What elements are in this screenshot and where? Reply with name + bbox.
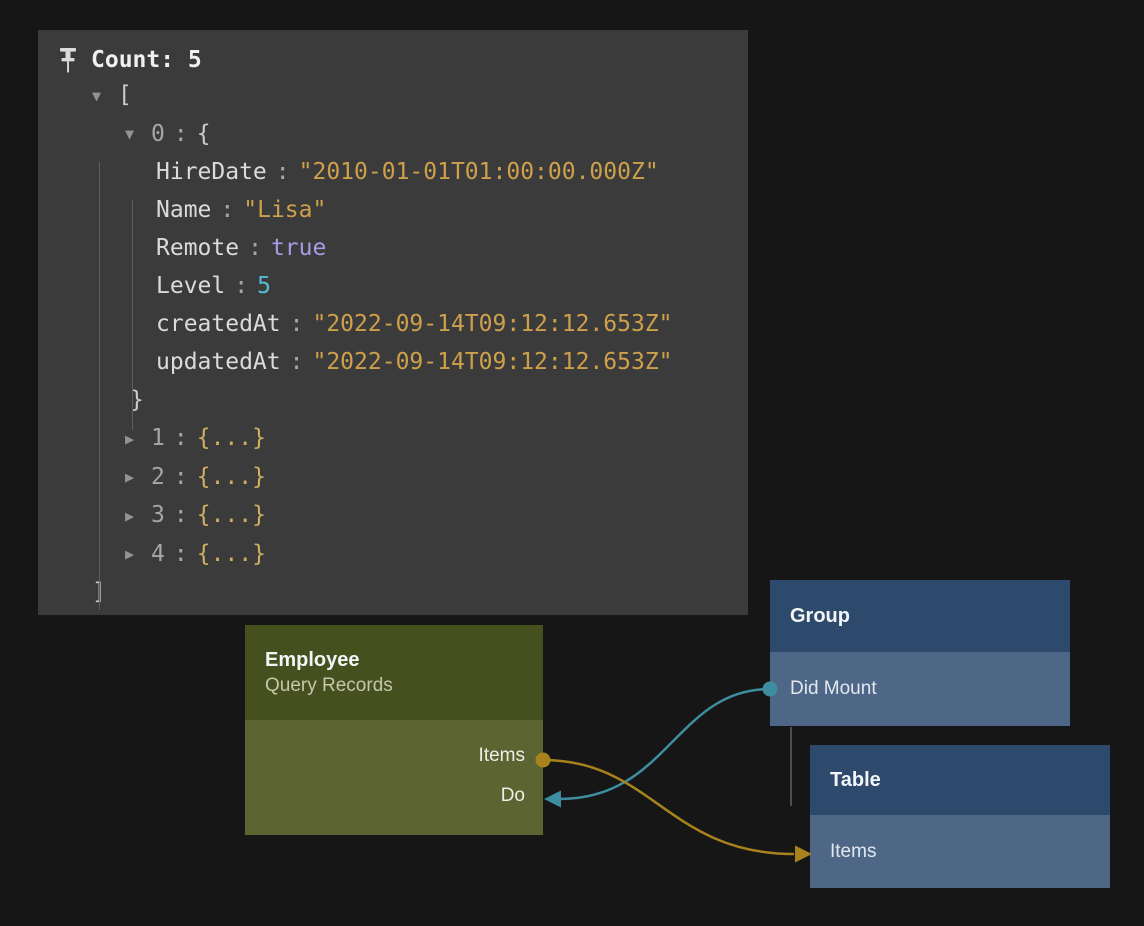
node-group-header[interactable]: Group: [770, 580, 1070, 652]
tree-separator: :: [174, 502, 188, 528]
node-employee[interactable]: Employee Query Records Items Do: [245, 625, 543, 835]
port-did-mount-output[interactable]: Did Mount: [770, 652, 1070, 726]
chevron-down-icon[interactable]: ▼: [92, 77, 118, 115]
tree-key: createdAt: [156, 311, 281, 337]
tree-row-array-open: ▼[: [38, 76, 748, 115]
json-tree: ▼[ ▼0:{ HireDate:"2010-01-01T01:00:00.00…: [38, 76, 748, 611]
node-subtitle: Query Records: [265, 675, 543, 697]
node-table[interactable]: Table Items: [810, 745, 1110, 888]
tree-row-item-4: ▶4: {...}: [38, 535, 748, 574]
arrowhead-do-icon: [544, 791, 561, 808]
wire-didmount-to-do[interactable]: [560, 689, 770, 799]
port-label: Do: [501, 785, 525, 807]
tree-key: HireDate: [156, 159, 267, 185]
node-title: Group: [790, 605, 850, 628]
chevron-right-icon[interactable]: ▶: [125, 458, 151, 496]
tree-guide-line: [132, 200, 133, 430]
tree-key: Name: [156, 197, 211, 223]
tree-row-level: Level:5: [38, 267, 748, 305]
tree-separator: :: [174, 541, 188, 567]
tree-row-array-close: ]: [38, 573, 748, 611]
tree-row-item-0: ▼0: {: [38, 115, 748, 154]
chevron-down-icon[interactable]: ▼: [125, 115, 151, 153]
tree-key: updatedAt: [156, 349, 281, 375]
tree-row-hiredate: HireDate: "2010-01-01T01:00:00.000Z": [38, 153, 748, 191]
tree-key: 0: [151, 121, 165, 147]
node-title: Employee: [265, 649, 543, 672]
tree-row-name: Name: "Lisa": [38, 191, 748, 229]
tree-value: {: [197, 121, 211, 147]
port-items-output[interactable]: Items: [245, 736, 543, 776]
inspector-header: Count: 5: [38, 30, 748, 76]
tree-row-remote: Remote: true: [38, 229, 748, 267]
node-table-header[interactable]: Table: [810, 745, 1110, 815]
tree-value: {...}: [197, 464, 266, 490]
tree-value: "2010-01-01T01:00:00.000Z": [299, 159, 659, 185]
tree-key: 3: [151, 502, 165, 528]
tree-guide-line: [99, 162, 100, 610]
tree-key: Level: [156, 273, 225, 299]
tree-row-updatedat: updatedAt: "2022-09-14T09:12:12.653Z": [38, 343, 748, 381]
chevron-right-icon[interactable]: ▶: [125, 535, 151, 573]
node-employee-header[interactable]: Employee Query Records: [245, 625, 543, 720]
chevron-right-icon[interactable]: ▶: [125, 420, 151, 458]
tree-value: [: [118, 82, 132, 108]
port-label: Items: [479, 745, 525, 767]
tree-value: {...}: [197, 541, 266, 567]
node-group[interactable]: Group Did Mount: [770, 580, 1070, 726]
node-employee-body: Items Do: [245, 720, 543, 835]
tree-separator: :: [220, 197, 234, 223]
tree-key: 4: [151, 541, 165, 567]
pin-icon[interactable]: [58, 47, 78, 74]
port-items-input[interactable]: Items: [810, 815, 1110, 888]
tree-row-createdat: createdAt: "2022-09-14T09:12:12.653Z": [38, 305, 748, 343]
tree-separator: :: [174, 121, 188, 147]
port-label: Items: [830, 841, 876, 863]
tree-row-item-1: ▶1: {...}: [38, 419, 748, 458]
node-group-body: Did Mount: [770, 652, 1070, 726]
tree-separator: :: [248, 235, 262, 261]
tree-value: "2022-09-14T09:12:12.653Z": [312, 311, 672, 337]
tree-value: {...}: [197, 502, 266, 528]
wire-items-to-items[interactable]: [543, 760, 794, 854]
node-table-body: Items: [810, 815, 1110, 888]
tree-value: "Lisa": [243, 197, 326, 223]
tree-row-object-close: }: [38, 381, 748, 419]
tree-separator: :: [174, 464, 188, 490]
tree-separator: :: [234, 273, 248, 299]
tree-row-item-2: ▶2: {...}: [38, 458, 748, 497]
debug-inspector-panel: Count: 5 ▼[ ▼0:{ HireDate:"2010-01-01T01…: [38, 30, 748, 615]
tree-separator: :: [290, 311, 304, 337]
tree-row-item-3: ▶3: {...}: [38, 496, 748, 535]
port-do-input[interactable]: Do: [245, 776, 543, 816]
tree-separator: :: [290, 349, 304, 375]
tree-value: "2022-09-14T09:12:12.653Z": [312, 349, 672, 375]
tree-separator: :: [174, 425, 188, 451]
inspector-title: Count: 5: [91, 47, 202, 73]
port-label: Did Mount: [790, 678, 877, 700]
tree-value: true: [271, 235, 326, 261]
chevron-right-icon[interactable]: ▶: [125, 497, 151, 535]
tree-value: {...}: [197, 425, 266, 451]
node-title: Table: [830, 769, 881, 792]
tree-key: 2: [151, 464, 165, 490]
tree-key: Remote: [156, 235, 239, 261]
tree-value: 5: [257, 273, 271, 299]
tree-separator: :: [276, 159, 290, 185]
tree-key: 1: [151, 425, 165, 451]
